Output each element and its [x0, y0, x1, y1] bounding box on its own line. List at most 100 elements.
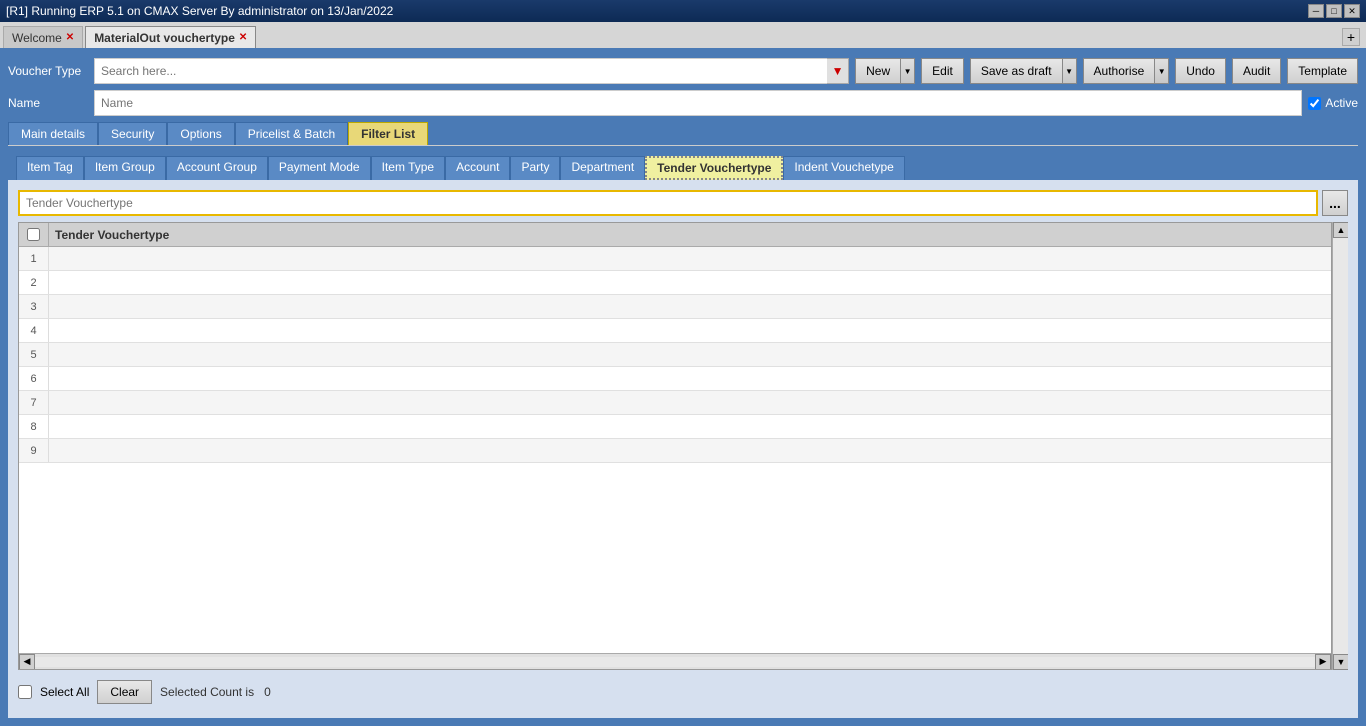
active-checkbox-area: Active [1308, 96, 1358, 110]
template-button[interactable]: Template [1287, 58, 1358, 84]
selected-count-value: 0 [264, 685, 271, 699]
tab-security[interactable]: Security [98, 122, 167, 145]
tab-filter-list[interactable]: Filter List [348, 122, 428, 145]
grid-header: Tender Vouchertype [19, 223, 1331, 247]
row-num: 9 [19, 439, 49, 462]
new-dropdown-button[interactable]: ▼ [901, 58, 915, 84]
row-num: 6 [19, 367, 49, 390]
h-scroll-track[interactable] [35, 657, 1315, 667]
table-row: 7 [19, 391, 1331, 415]
grid-body: 1 2 3 4 [19, 247, 1331, 653]
new-button[interactable]: New [855, 58, 901, 84]
tab-welcome[interactable]: Welcome ✕ [3, 26, 83, 48]
data-grid: Tender Vouchertype 1 2 3 [18, 222, 1332, 670]
voucher-type-label: Voucher Type [8, 64, 88, 78]
select-all-label: Select All [40, 685, 89, 699]
toolbar-row: Voucher Type ▼ New ▼ Edit Save as draft … [8, 58, 1358, 84]
tab-materialout[interactable]: MaterialOut vouchertype ✕ [85, 26, 256, 48]
grid-header-checkbox-cell [19, 223, 49, 246]
table-row: 9 [19, 439, 1331, 463]
minimize-button[interactable]: ─ [1308, 4, 1324, 18]
h-scroll-right[interactable]: ▶ [1315, 654, 1331, 670]
sub-tab-item-type[interactable]: Item Type [371, 156, 445, 180]
save-btn-group: Save as draft ▼ [970, 58, 1077, 84]
active-label: Active [1325, 96, 1358, 110]
clear-button[interactable]: Clear [97, 680, 152, 704]
row-num: 3 [19, 295, 49, 318]
vertical-scrollbar: ▲ ▼ [1332, 222, 1348, 670]
v-scroll-up[interactable]: ▲ [1333, 222, 1348, 238]
tab-materialout-close[interactable]: ✕ [239, 32, 247, 43]
app-title: [R1] Running ERP 5.1 on CMAX Server By a… [6, 4, 393, 18]
select-all-checkbox[interactable] [18, 685, 32, 699]
bottom-bar: Select All Clear Selected Count is 0 [18, 676, 1348, 708]
authorise-button[interactable]: Authorise [1083, 58, 1156, 84]
sub-tab-party[interactable]: Party [510, 156, 560, 180]
grid-header-checkbox[interactable] [27, 228, 40, 241]
row-num: 2 [19, 271, 49, 294]
new-btn-group: New ▼ [855, 58, 915, 84]
table-row: 8 [19, 415, 1331, 439]
sub-tabs: Item Tag Item Group Account Group Paymen… [8, 152, 1358, 180]
grid-search-row: ... [18, 190, 1348, 216]
sub-tab-account[interactable]: Account [445, 156, 510, 180]
add-tab-button[interactable]: + [1342, 28, 1360, 46]
sub-tab-item-tag[interactable]: Item Tag [16, 156, 84, 180]
table-row: 5 [19, 343, 1331, 367]
table-row: 2 [19, 271, 1331, 295]
tab-main-details[interactable]: Main details [8, 122, 98, 145]
tab-pricelist-batch[interactable]: Pricelist & Batch [235, 122, 348, 145]
v-scroll-down[interactable]: ▼ [1333, 654, 1348, 670]
voucher-search-dropdown[interactable]: ▼ [827, 58, 849, 84]
sub-tab-tender-vouchertype[interactable]: Tender Vouchertype [645, 156, 783, 180]
nav-tabs: Main details Security Options Pricelist … [8, 122, 1358, 146]
form-area: Name Active Main details Security Option… [8, 90, 1358, 146]
row-num: 7 [19, 391, 49, 414]
grid-search-input[interactable] [18, 190, 1318, 216]
grid-panel: ... Tender Vouchertype 1 [8, 180, 1358, 718]
grid-search-button[interactable]: ... [1322, 190, 1348, 216]
name-label: Name [8, 96, 88, 110]
horizontal-scrollbar: ◀ ▶ [19, 653, 1331, 669]
name-row: Name Active [8, 90, 1358, 116]
table-row: 3 [19, 295, 1331, 319]
table-row: 4 [19, 319, 1331, 343]
dropdown-arrow-icon: ▼ [832, 64, 844, 78]
row-num: 1 [19, 247, 49, 270]
maximize-button[interactable]: □ [1326, 4, 1342, 18]
sub-tab-item-group[interactable]: Item Group [84, 156, 166, 180]
tab-bar: Welcome ✕ MaterialOut vouchertype ✕ + [0, 22, 1366, 50]
row-num: 8 [19, 415, 49, 438]
table-row: 1 [19, 247, 1331, 271]
authorise-dropdown-button[interactable]: ▼ [1155, 58, 1169, 84]
v-scroll-track[interactable] [1333, 238, 1348, 654]
edit-button[interactable]: Edit [921, 58, 964, 84]
voucher-search-input[interactable] [94, 58, 849, 84]
save-as-draft-button[interactable]: Save as draft [970, 58, 1063, 84]
tab-welcome-close[interactable]: ✕ [66, 32, 74, 43]
audit-button[interactable]: Audit [1232, 58, 1281, 84]
sub-tab-account-group[interactable]: Account Group [166, 156, 268, 180]
close-button[interactable]: ✕ [1344, 4, 1360, 18]
filter-content: Item Tag Item Group Account Group Paymen… [8, 152, 1358, 718]
tab-options[interactable]: Options [167, 122, 234, 145]
undo-button[interactable]: Undo [1175, 58, 1226, 84]
table-row: 6 [19, 367, 1331, 391]
authorise-btn-group: Authorise ▼ [1083, 58, 1170, 84]
data-grid-wrapper: Tender Vouchertype 1 2 3 [18, 222, 1348, 670]
save-dropdown-button[interactable]: ▼ [1063, 58, 1077, 84]
grid-column-header: Tender Vouchertype [49, 228, 1331, 242]
sub-tab-indent-vouchetype[interactable]: Indent Vouchetype [783, 156, 904, 180]
row-num: 4 [19, 319, 49, 342]
row-num: 5 [19, 343, 49, 366]
window-controls: ─ □ ✕ [1308, 4, 1360, 18]
active-checkbox[interactable] [1308, 97, 1321, 110]
tabs-container: Welcome ✕ MaterialOut vouchertype ✕ [3, 26, 256, 48]
selected-count-text: Selected Count is 0 [160, 685, 271, 699]
sub-tab-department[interactable]: Department [560, 156, 645, 180]
sub-tab-payment-mode[interactable]: Payment Mode [268, 156, 371, 180]
main-content: Voucher Type ▼ New ▼ Edit Save as draft … [0, 50, 1366, 726]
h-scroll-left[interactable]: ◀ [19, 654, 35, 670]
name-input[interactable] [94, 90, 1302, 116]
voucher-search-container: ▼ [94, 58, 849, 84]
